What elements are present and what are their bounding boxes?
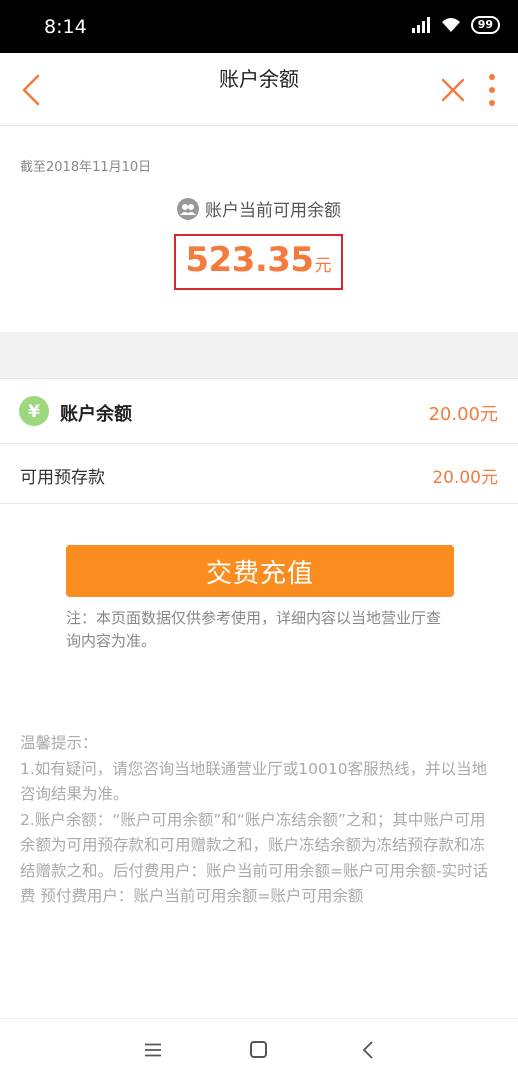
tips-section: 温馨提示： 1.如有疑问，请您咨询当地联通营业厅或10010客服热线，并以当地咨… (20, 731, 500, 910)
account-balance-row[interactable]: ¥ 账户余额 20.00元 (0, 378, 518, 444)
prepaid-value: 20.00元 (432, 468, 498, 488)
close-icon[interactable] (440, 77, 466, 103)
system-back-icon[interactable] (362, 1040, 374, 1060)
more-vertical-icon[interactable] (487, 73, 497, 107)
yuan-icon: ¥ (19, 396, 49, 426)
home-icon[interactable] (250, 1041, 267, 1058)
tips-title: 温馨提示： (20, 734, 98, 752)
available-balance-amount: 523.35 元 (174, 234, 343, 290)
as-of-date: 截至2018年11月10日 (20, 160, 152, 175)
battery-icon: 99 (470, 16, 500, 34)
account-balance-label: 账户余额 (60, 404, 132, 425)
tips-line-1: 1.如有疑问，请您咨询当地联通营业厅或10010客服热线，并以当地咨询结果为准。 (20, 759, 488, 804)
available-balance-header: 账户当前可用余额 (0, 196, 518, 221)
menu-icon[interactable] (144, 1043, 162, 1057)
amount-value: 523.35 (185, 240, 314, 280)
amount-unit: 元 (314, 256, 332, 276)
balance-summary: 截至2018年11月10日 账户当前可用余额 523.35 元 (0, 126, 518, 332)
status-bar: 8:14 99 (0, 0, 518, 53)
signal-icon (411, 17, 430, 33)
status-icons: 99 (411, 16, 500, 34)
available-balance-label: 账户当前可用余额 (205, 201, 341, 221)
prepaid-row[interactable]: 可用预存款 20.00元 (0, 444, 518, 504)
tips-line-2: 2.账户余额：“账户可用余额”和“账户冻结余额”之和；其中账户可用余额为可用预存… (20, 810, 489, 906)
svg-text:¥: ¥ (28, 402, 40, 422)
prepaid-label: 可用预存款 (20, 468, 105, 488)
user-group-icon (177, 197, 199, 220)
note-text: 注：本页面数据仅供参考使用，详细内容以当地营业厅查询内容为准。 (66, 609, 442, 650)
section-divider (0, 332, 518, 378)
account-balance-value: 20.00元 (428, 404, 498, 425)
recharge-button[interactable]: 交费充值 (66, 545, 454, 597)
wifi-icon (441, 18, 460, 32)
status-time: 8:14 (44, 16, 87, 38)
nav-bar: 账户余额 (0, 53, 518, 126)
system-nav-bar (0, 1018, 518, 1080)
